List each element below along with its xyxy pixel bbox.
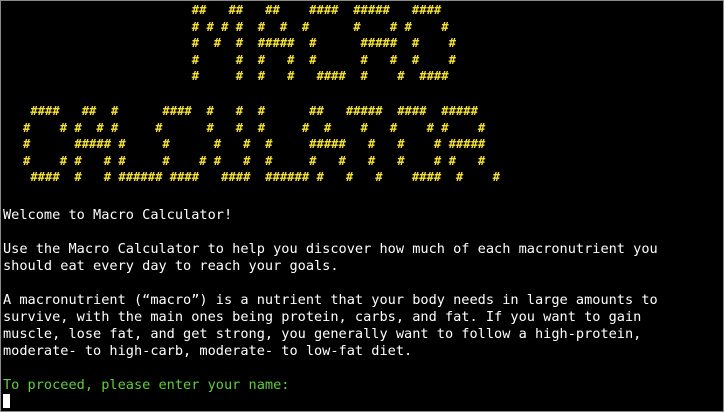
intro-paragraph: Use the Macro Calculator to help you dis… <box>3 241 658 274</box>
text-cursor[interactable] <box>3 394 10 408</box>
ascii-banner-macro: ## ## ## #### ##### #### # # # # # # # #… <box>191 3 456 84</box>
macro-paragraph: A macronutrient (“macro”) is a nutrient … <box>3 292 658 359</box>
welcome-line: Welcome to Macro Calculator! <box>3 207 233 223</box>
name-input-prompt: To proceed, please enter your name: <box>3 377 290 393</box>
terminal-window[interactable]: ## ## ## #### ##### #### # # # # # # # #… <box>0 0 724 412</box>
ascii-banner-calculator: #### ## # #### # # # ## ##### #### #####… <box>23 104 500 185</box>
